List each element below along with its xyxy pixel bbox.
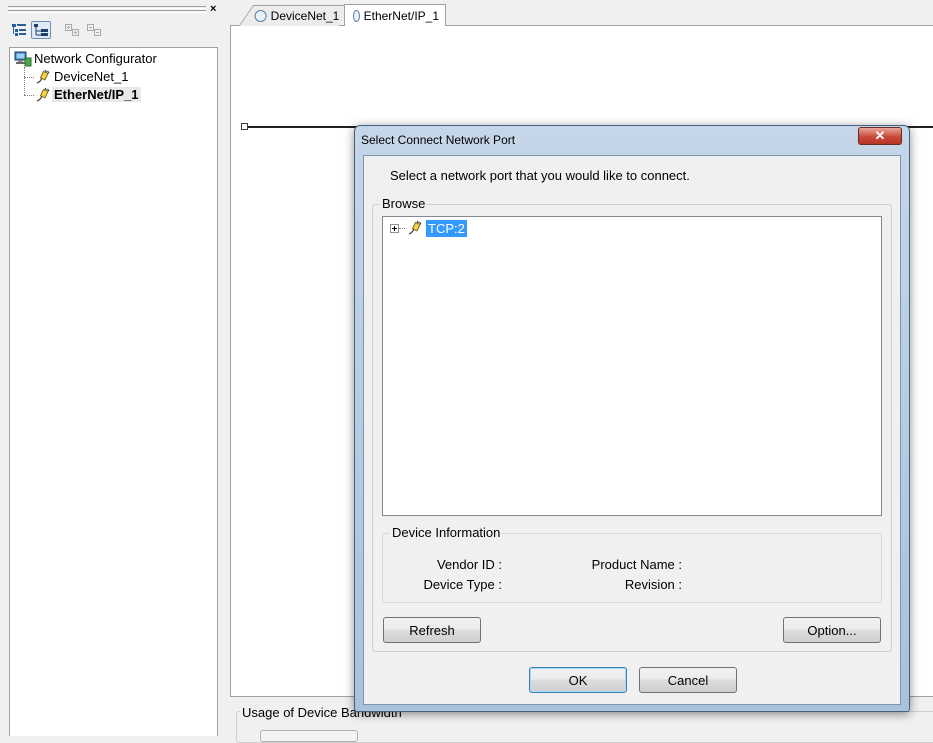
network-plug-icon xyxy=(36,87,50,102)
device-information-label: Device Information xyxy=(390,525,503,540)
bandwidth-box xyxy=(260,730,358,742)
dialog-title: Select Connect Network Port xyxy=(361,133,516,147)
tab-devicenet[interactable]: DeviceNet_1 xyxy=(238,5,354,26)
tree-connector xyxy=(24,95,34,96)
product-name-label: Product Name : xyxy=(591,557,682,572)
revision-label: Revision : xyxy=(624,577,682,592)
expand-all-button[interactable] xyxy=(62,21,82,39)
pane-grip[interactable] xyxy=(8,6,206,9)
network-tree: Network Configurator DeviceNet_1 EtherNe… xyxy=(9,47,218,736)
network-tab-icon xyxy=(353,9,360,22)
document-tab-strip: DeviceNet_1 EtherNet/IP_1 xyxy=(230,0,933,26)
tree-connector xyxy=(399,227,405,229)
expand-icon[interactable] xyxy=(390,223,399,233)
vendor-id-label: Vendor ID : xyxy=(436,557,502,572)
tree-view-button[interactable] xyxy=(9,21,29,39)
collapse-all-button[interactable] xyxy=(84,21,104,39)
dialog-instruction: Select a network port that you would lik… xyxy=(390,168,690,183)
tree-root-label: Network Configurator xyxy=(34,51,157,66)
network-view-icon xyxy=(34,24,48,36)
close-icon: ✕ xyxy=(874,128,886,143)
network-tab-icon xyxy=(254,10,267,22)
tree-item-devicenet[interactable]: DeviceNet_1 xyxy=(34,68,130,85)
network-plug-icon xyxy=(36,69,50,84)
network-node-handle[interactable] xyxy=(241,123,248,130)
pane-grip-lower[interactable] xyxy=(8,10,206,13)
expand-all-icon xyxy=(65,24,79,36)
tab-ethernet-ip[interactable]: EtherNet/IP_1 xyxy=(344,4,446,26)
tab-label: DeviceNet_1 xyxy=(270,9,340,23)
device-type-label: Device Type : xyxy=(423,577,502,592)
tree-connector xyxy=(24,77,34,78)
collapse-all-icon xyxy=(87,24,101,36)
browse-group-label: Browse xyxy=(380,196,428,211)
select-connect-network-port-dialog: Select Connect Network Port ✕ Select a n… xyxy=(354,125,910,712)
network-view-button[interactable] xyxy=(31,21,51,39)
tree-connector xyxy=(24,67,25,95)
tree-item-label: EtherNet/IP_1 xyxy=(52,87,141,102)
tab-label: EtherNet/IP_1 xyxy=(363,8,439,23)
cancel-button[interactable]: Cancel xyxy=(639,667,737,693)
browse-tree[interactable]: TCP:2 xyxy=(382,216,882,516)
ok-button[interactable]: OK xyxy=(529,667,627,693)
browse-item-tcp[interactable]: TCP:2 xyxy=(390,219,467,237)
tree-item-label: DeviceNet_1 xyxy=(54,69,129,84)
option-button[interactable]: Option... xyxy=(783,617,881,643)
dialog-body: Select a network port that you would lik… xyxy=(363,155,901,705)
tree-view-icon xyxy=(12,24,26,36)
refresh-button[interactable]: Refresh xyxy=(383,617,481,643)
browse-item-label: TCP:2 xyxy=(426,219,467,237)
tree-root-network-configurator[interactable]: Network Configurator xyxy=(14,50,159,67)
network-tree-pane: × Network Configurator DeviceNet_1 Ether… xyxy=(0,0,226,736)
network-plug-icon xyxy=(408,220,422,235)
pane-close-button[interactable]: × xyxy=(210,3,216,15)
tree-item-ethernet-ip[interactable]: EtherNet/IP_1 xyxy=(34,86,141,103)
dialog-close-button[interactable]: ✕ xyxy=(858,127,902,145)
network-configurator-icon xyxy=(14,51,32,66)
